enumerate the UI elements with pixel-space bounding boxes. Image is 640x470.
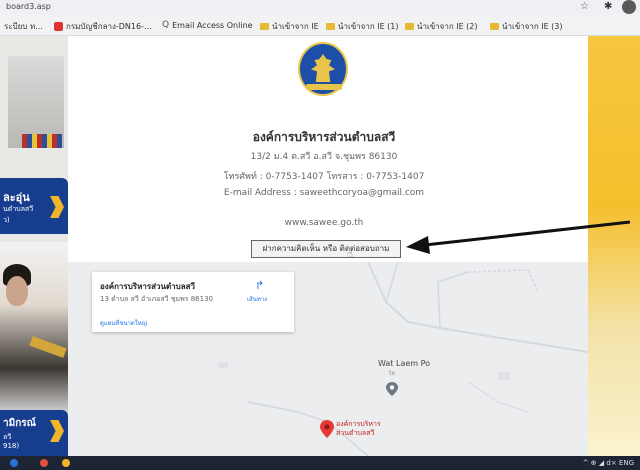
app-icon[interactable] bbox=[40, 459, 48, 467]
start-icon[interactable] bbox=[10, 459, 18, 467]
taskbar: ^ ⊕ ◢ d× ENG bbox=[0, 456, 640, 470]
app-icon[interactable] bbox=[62, 459, 70, 467]
annotation-arrow bbox=[406, 220, 631, 254]
system-tray[interactable]: ^ ⊕ ◢ d× ENG bbox=[583, 459, 634, 467]
screen: board3.asp ☆ ✱ ระบียบ ท... กรมบัญชีกลาง-… bbox=[0, 0, 640, 470]
